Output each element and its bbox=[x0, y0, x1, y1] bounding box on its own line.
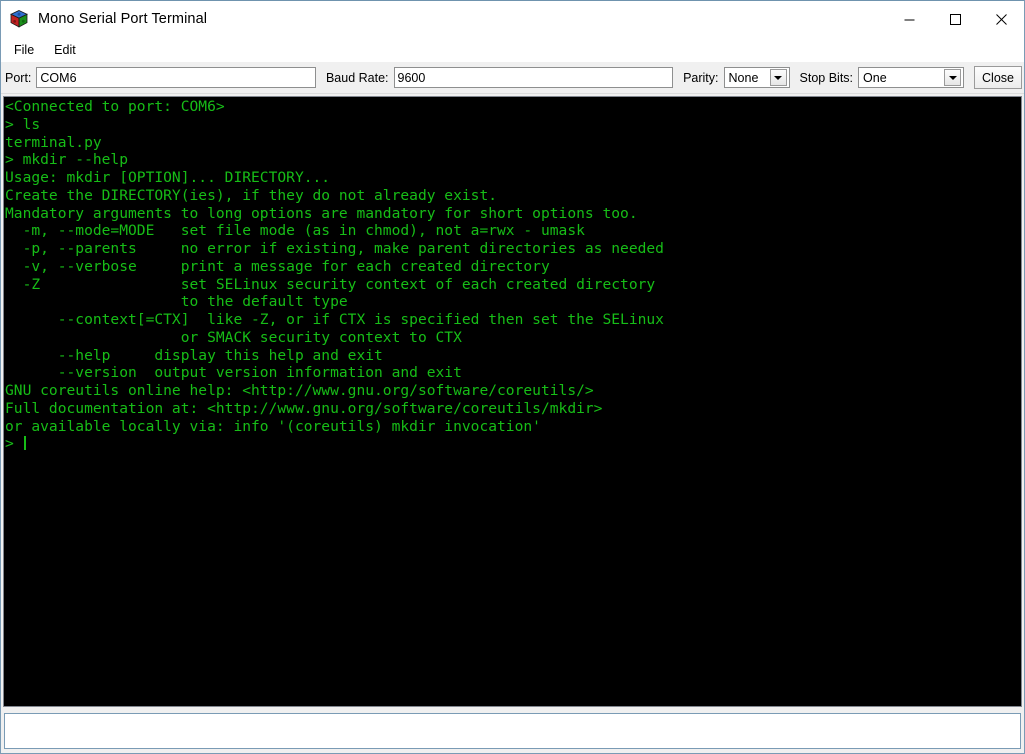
app-window: Mono Serial Port Terminal File Edit Port… bbox=[0, 0, 1025, 754]
mono-cube-icon bbox=[9, 9, 29, 29]
minimize-icon[interactable] bbox=[886, 1, 932, 37]
stop-bits-selected-value: One bbox=[863, 70, 887, 85]
parity-dropdown[interactable]: None bbox=[723, 67, 790, 88]
terminal-text: <Connected to port: COM6> > ls terminal.… bbox=[5, 98, 664, 453]
stop-bits-label: Stop Bits: bbox=[799, 70, 854, 85]
menu-bar: File Edit bbox=[1, 37, 1024, 62]
close-port-button[interactable]: Close bbox=[974, 66, 1022, 89]
send-bar bbox=[1, 707, 1024, 753]
stop-bits-dropdown[interactable]: One bbox=[858, 67, 965, 88]
window-controls bbox=[886, 1, 1024, 37]
port-label: Port: bbox=[5, 70, 32, 85]
terminal-container: <Connected to port: COM6> > ls terminal.… bbox=[1, 94, 1024, 707]
port-input[interactable] bbox=[36, 67, 316, 88]
parity-label: Parity: bbox=[683, 70, 719, 85]
terminal-cursor bbox=[23, 436, 26, 451]
maximize-icon[interactable] bbox=[932, 1, 978, 37]
menu-item-edit[interactable]: Edit bbox=[50, 40, 86, 60]
close-icon[interactable] bbox=[978, 1, 1024, 37]
chevron-down-icon bbox=[769, 69, 787, 86]
chevron-down-icon bbox=[944, 69, 962, 86]
title-bar: Mono Serial Port Terminal bbox=[1, 1, 1024, 37]
terminal-output[interactable]: <Connected to port: COM6> > ls terminal.… bbox=[3, 96, 1022, 707]
command-input[interactable] bbox=[4, 713, 1021, 749]
connection-toolbar: Port: Baud Rate: Parity: None Stop Bits:… bbox=[1, 62, 1024, 94]
parity-selected-value: None bbox=[728, 70, 759, 85]
window-title: Mono Serial Port Terminal bbox=[38, 11, 208, 27]
menu-item-file[interactable]: File bbox=[10, 40, 44, 60]
baud-rate-label: Baud Rate: bbox=[325, 70, 389, 85]
baud-rate-input[interactable] bbox=[393, 67, 674, 88]
